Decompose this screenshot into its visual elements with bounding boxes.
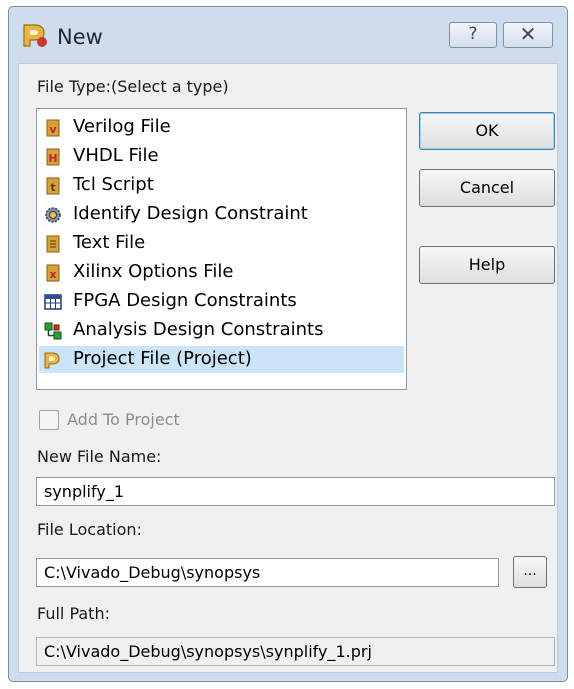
- title-bar[interactable]: New ? ✕: [9, 7, 567, 63]
- file-location-input[interactable]: [36, 558, 499, 587]
- list-item-tcl[interactable]: t Tcl Script: [39, 172, 404, 199]
- list-item-xilinx-options[interactable]: x Xilinx Options File: [39, 259, 404, 286]
- file-type-label: File Type:(Select a type): [37, 77, 229, 96]
- new-file-name-input[interactable]: [36, 477, 555, 506]
- list-item-identify-constraint[interactable]: Identify Design Constraint: [39, 201, 404, 228]
- tcl-script-icon: t: [46, 177, 60, 195]
- vhdl-file-icon: H: [46, 148, 60, 166]
- cancel-button[interactable]: Cancel: [419, 169, 555, 207]
- list-item-analysis-constraints[interactable]: Analysis Design Constraints: [39, 317, 404, 344]
- list-item-vhdl[interactable]: H VHDL File: [39, 143, 404, 170]
- dialog-body: File Type:(Select a type) v Verilog File…: [18, 63, 558, 673]
- xilinx-options-icon: x: [46, 264, 60, 282]
- title-close-button[interactable]: ✕: [503, 22, 553, 48]
- new-file-dialog: New ? ✕ File Type:(Select a type) v Veri…: [8, 6, 568, 682]
- list-item-verilog[interactable]: v Verilog File: [39, 114, 404, 141]
- list-item-fpga-constraints[interactable]: FPGA Design Constraints: [39, 288, 404, 315]
- new-file-name-label: New File Name:: [37, 447, 162, 466]
- file-type-list[interactable]: v Verilog File H VHDL File t Tcl Script: [36, 108, 407, 390]
- window-title: New: [57, 25, 103, 49]
- full-path-field: [36, 637, 555, 666]
- browse-button[interactable]: ...: [513, 556, 547, 588]
- full-path-label: Full Path:: [37, 604, 110, 623]
- help-button[interactable]: Help: [419, 246, 555, 284]
- analysis-constraints-icon: [44, 322, 62, 340]
- identify-constraint-icon: [45, 207, 61, 223]
- project-file-icon: [44, 352, 60, 369]
- svg-text:v: v: [49, 123, 57, 136]
- add-to-project-label: Add To Project: [67, 410, 180, 429]
- svg-text:x: x: [49, 268, 56, 281]
- list-item-project-file[interactable]: Project File (Project): [39, 346, 404, 373]
- add-to-project-checkbox[interactable]: [39, 410, 59, 430]
- synplify-app-icon: [23, 24, 47, 47]
- text-file-icon: [46, 235, 60, 253]
- svg-text:t: t: [50, 181, 55, 194]
- file-location-label: File Location:: [37, 520, 142, 539]
- title-help-button[interactable]: ?: [449, 22, 497, 48]
- ok-button[interactable]: OK: [419, 112, 555, 150]
- list-item-text-file[interactable]: Text File: [39, 230, 404, 257]
- verilog-file-icon: v: [46, 119, 60, 137]
- svg-text:H: H: [48, 152, 57, 165]
- fpga-constraints-icon: [44, 294, 62, 310]
